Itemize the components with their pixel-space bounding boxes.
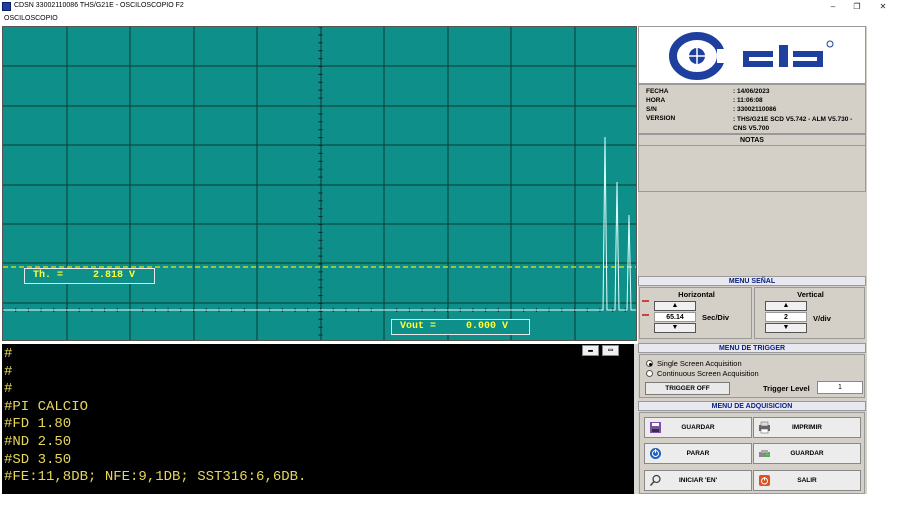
vertical-unit: V/div (813, 314, 831, 323)
console-line: # (4, 363, 13, 380)
red-marker-icon (642, 300, 649, 302)
single-acquisition-radio[interactable] (646, 360, 653, 367)
power-icon (650, 448, 661, 459)
trigger-level-label: Trigger Level (763, 384, 810, 393)
parar-button[interactable]: PARAR (644, 443, 752, 464)
guardar-disk-button[interactable]: GUARDAR (753, 443, 861, 464)
console-lines: # # # #PI CALCIO #FD 1.80 #ND 2.50 #SD 3.50 #FE… (4, 346, 634, 487)
info-version-key: VERSION (646, 115, 676, 122)
scope-canvas (3, 27, 636, 340)
scope-grid (3, 27, 636, 340)
iniciar-button[interactable]: INICIAR 'EN' (644, 470, 752, 491)
ceia-logo (638, 26, 866, 84)
app-icon (2, 2, 11, 11)
vertical-up-button[interactable]: ▲ (765, 301, 807, 311)
vertical-value: 2 (765, 312, 807, 322)
info-sn-key: S/N (646, 106, 657, 113)
search-icon (649, 474, 661, 486)
console-line: # (4, 381, 13, 398)
threshold-label: Th. = (33, 270, 64, 281)
salir-button[interactable]: SALIR (753, 470, 861, 491)
console-line: #ND 2.50 (4, 433, 72, 450)
minimize-button[interactable]: – (826, 1, 840, 12)
info-version-value: : THS/G21E SCD V5.742 - ALM V5.730 - CNS… (733, 116, 853, 132)
parar-label: PARAR (686, 450, 710, 457)
console-line: #SD 3.50 (4, 451, 72, 468)
iniciar-label: INICIAR 'EN' (678, 477, 718, 484)
info-fecha-key: FECHA (646, 88, 669, 95)
menu-trigger-title: MENU DE TRIGGER (638, 343, 866, 353)
imprimir-button[interactable]: IMPRIMIR (753, 417, 861, 438)
menu-senal-title: MENU SEÑAL (638, 276, 866, 286)
close-button[interactable]: ✕ (876, 1, 890, 12)
oscilloscope-display: Th. = 2.818 V Vout = 0.000 V (2, 26, 637, 341)
menu-adquisicion-title: MENU DE ADQUISICION (638, 401, 866, 411)
vout-label: Vout = (400, 321, 437, 332)
menu-bar: OSCILOSCOPIO (0, 13, 900, 25)
window-title: CDSN 33002110086 THS/G21E - OSCILOSCOPIO… (14, 2, 184, 9)
printer-icon (759, 421, 770, 434)
console-line: #FE:11,8DB; NFE:9,1DB; SST316:6,6DB. (4, 469, 307, 486)
horizontal-up-button[interactable]: ▲ (654, 301, 696, 311)
vertical-label: Vertical (797, 290, 824, 299)
title-bar: CDSN 33002110086 THS/G21E - OSCILOSCOPIO… (0, 0, 900, 13)
info-fecha-value: : 14/06/2023 (733, 88, 770, 95)
guardar-button[interactable]: GUARDAR (644, 417, 752, 438)
menu-osciloscopio[interactable]: OSCILOSCOPIO (4, 15, 58, 22)
console-minimize-button[interactable]: ▬ (582, 345, 599, 356)
console-line: # (4, 346, 13, 362)
status-bar (0, 494, 900, 506)
control-panel: FECHA : 14/06/2023 HORA : 11:06:08 S/N :… (638, 26, 867, 494)
console-output: # # # #PI CALCIO #FD 1.80 #ND 2.50 #SD 3.50 #FE… (2, 344, 634, 494)
salir-label: SALIR (797, 477, 817, 484)
vertical-panel: Vertical ▲ 2 ▼ V/div (754, 287, 865, 339)
horizontal-value: 65.14 (654, 312, 696, 322)
exit-icon (759, 475, 770, 486)
disk-drive-icon (759, 450, 770, 457)
continuous-acquisition-label[interactable]: Continuous Screen Acquisition (657, 369, 759, 378)
red-marker-icon (642, 314, 649, 316)
threshold-value: 2.818 V (93, 270, 136, 281)
info-panel: FECHA : 14/06/2023 HORA : 11:06:08 S/N :… (638, 84, 866, 134)
trigger-off-button[interactable]: TRIGGER OFF (645, 382, 730, 395)
console-restore-button[interactable]: ▭ (602, 345, 619, 356)
horizontal-label: Horizontal (678, 290, 715, 299)
imprimir-label: IMPRIMIR (792, 424, 822, 431)
notes-title: NOTAS (639, 135, 865, 146)
console-line: #FD 1.80 (4, 416, 72, 433)
single-acquisition-label[interactable]: Single Screen Acquisition (657, 359, 742, 368)
info-hora-key: HORA (646, 97, 666, 104)
trigger-panel: Single Screen Acquisition Continuous Scr… (639, 354, 865, 398)
trigger-level-input[interactable] (817, 381, 863, 394)
info-sn-value: : 33002110086 (733, 106, 777, 113)
vout-readout: Vout = 0.000 V (391, 319, 530, 335)
guardar-label: GUARDAR (681, 424, 715, 431)
info-hora-value: : 11:06:08 (733, 97, 763, 104)
horizontal-panel: Horizontal ▲ 65.14 ▼ Sec/Div (639, 287, 752, 339)
console-line: #PI CALCIO (4, 398, 89, 415)
vout-value: 0.000 V (466, 321, 509, 332)
horizontal-unit: Sec/Div (702, 313, 730, 322)
notes-panel: NOTAS (638, 134, 866, 192)
window-margin (868, 26, 900, 494)
save-icon (650, 422, 661, 433)
threshold-readout: Th. = 2.818 V (24, 268, 155, 284)
guardar-disk-label: GUARDAR (790, 450, 824, 457)
vertical-down-button[interactable]: ▼ (765, 323, 807, 333)
continuous-acquisition-radio[interactable] (646, 370, 653, 377)
horizontal-down-button[interactable]: ▼ (654, 323, 696, 333)
restore-button[interactable]: ❐ (850, 1, 864, 12)
